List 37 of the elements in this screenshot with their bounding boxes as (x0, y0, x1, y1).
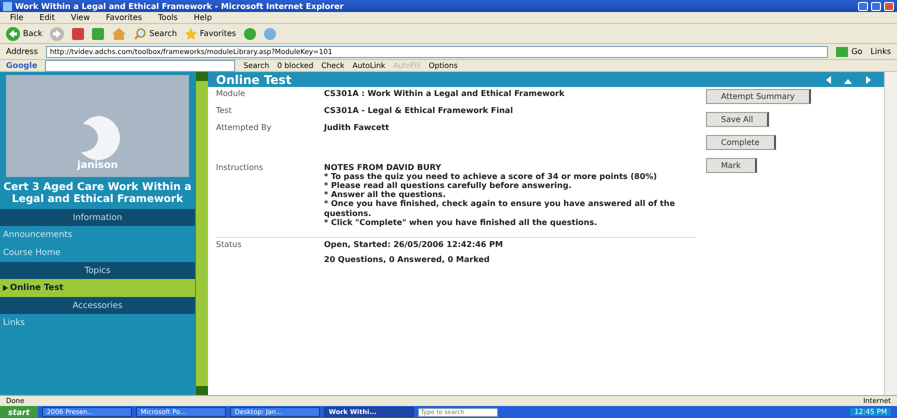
field-label: Status (216, 240, 242, 251)
action-button[interactable]: Complete (706, 135, 776, 150)
logo-text: janison (77, 160, 118, 171)
action-button[interactable]: Attempt Summary (706, 89, 811, 104)
favorites-button[interactable]: Favorites (184, 28, 236, 40)
action-button[interactable]: Save All (706, 112, 770, 127)
menu-item[interactable]: File (6, 13, 28, 22)
field-value: CS301A - Legal & Ethical Framework Final (324, 106, 514, 116)
field-value: Open, Started: 26/05/2006 12:42:46 PM (324, 240, 504, 250)
search-button[interactable]: Search (134, 28, 177, 40)
field-value: 20 Questions, 0 Answered, 0 Marked (324, 255, 491, 264)
action-button[interactable]: Mark (706, 158, 757, 173)
menu-item[interactable]: Tools (154, 13, 182, 22)
course-title: Cert 3 Aged Care Work Within a Legal and Ethical Framework (2, 180, 193, 208)
start-button[interactable]: start (0, 406, 38, 418)
field-label: Test (216, 106, 233, 116)
menu-item[interactable]: Edit (35, 13, 59, 22)
sidebar-section-header: Topics (0, 262, 195, 280)
field-value: Judith Fawcett (324, 123, 390, 133)
sidebar-section-header: Accessories (0, 297, 195, 314)
google-label[interactable]: Google (6, 61, 38, 70)
instructions-text: NOTES FROM DAVID BURY * To pass the quiz you need to achieve a score of 34 or more points (80%) * Please read all questions carefully before answering. * Answer all the questions. * Once you have finished, check again to ensure you have answered all of the questions. * Click "Complete" when you have finished all the questions. (324, 162, 676, 227)
page-title: Online Test (216, 72, 292, 86)
field-label: Module (216, 89, 246, 98)
go-button[interactable]: Go (836, 46, 862, 56)
menu-item[interactable]: View (66, 13, 94, 22)
field-value: CS301A : Work Within a Legal and Ethical Framework (324, 89, 566, 98)
back-button[interactable]: Back (6, 26, 42, 40)
links-label[interactable]: Links (870, 47, 891, 56)
field-label: Attempted By (216, 123, 272, 133)
menu-item[interactable]: Favorites (102, 13, 146, 22)
address-label: Address (6, 47, 38, 56)
menu-item[interactable]: Help (190, 13, 216, 22)
sidebar-section-header: Information (0, 209, 195, 226)
window-title: Work Within a Legal and Ethical Framework - Microsoft Internet Explorer (15, 2, 344, 10)
sidebar-link[interactable]: Online Test (0, 279, 195, 298)
field-label: Instructions (216, 162, 264, 174)
